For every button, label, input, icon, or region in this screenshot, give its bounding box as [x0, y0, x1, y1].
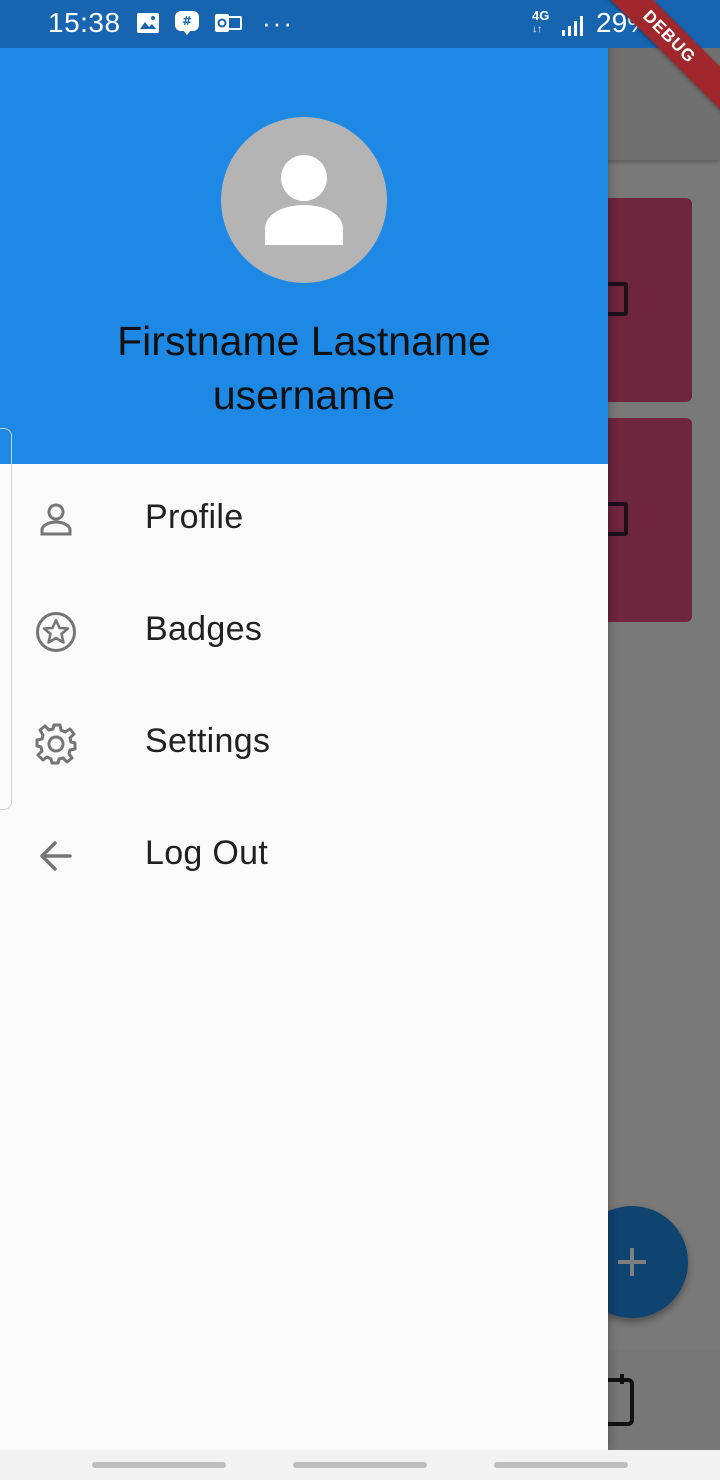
status-time: 15:38	[48, 7, 121, 38]
outlook-icon	[215, 14, 242, 32]
menu-item-logout[interactable]: Log Out	[0, 800, 608, 912]
menu-item-settings[interactable]: Settings	[0, 688, 608, 800]
avatar[interactable]	[221, 117, 387, 283]
person-avatar-icon	[265, 155, 343, 245]
drawer-header: Firstname Lastname username	[0, 48, 608, 464]
menu-label: Settings	[145, 722, 271, 760]
more-icon: ···	[262, 8, 294, 38]
drawer-menu: Profile Badges Settings Log Out	[0, 464, 608, 912]
person-icon	[40, 503, 72, 536]
nav-recents-button[interactable]	[92, 1462, 226, 1468]
user-fullname: Firstname Lastname	[117, 318, 491, 364]
edge-panel-handle[interactable]	[0, 428, 12, 810]
system-nav-bar	[0, 1450, 720, 1480]
nav-back-button[interactable]	[494, 1462, 628, 1468]
network-type: 4G ↓↑	[532, 8, 550, 35]
menu-label: Badges	[145, 610, 263, 648]
svg-text:#: #	[182, 14, 192, 28]
nav-home-button[interactable]	[293, 1462, 427, 1468]
screen: 15:38 # ··· 4G ↓↑ 29% DEBUG Firstname La…	[0, 0, 720, 1480]
gear-icon	[35, 723, 77, 765]
menu-item-profile[interactable]: Profile	[0, 464, 608, 576]
arrow-back-icon	[40, 841, 72, 871]
star-badge-icon	[36, 612, 76, 652]
gallery-icon	[137, 13, 159, 33]
user-username: username	[212, 372, 396, 418]
menu-label: Log Out	[145, 834, 269, 872]
signal-icon	[562, 16, 583, 36]
menu-item-badges[interactable]: Badges	[0, 576, 608, 688]
menu-label: Profile	[145, 498, 244, 536]
chat-icon: #	[175, 11, 199, 35]
status-bar: 15:38 # ··· 4G ↓↑ 29%	[0, 0, 720, 48]
navigation-drawer: Firstname Lastname username Profile Badg…	[0, 0, 608, 1450]
